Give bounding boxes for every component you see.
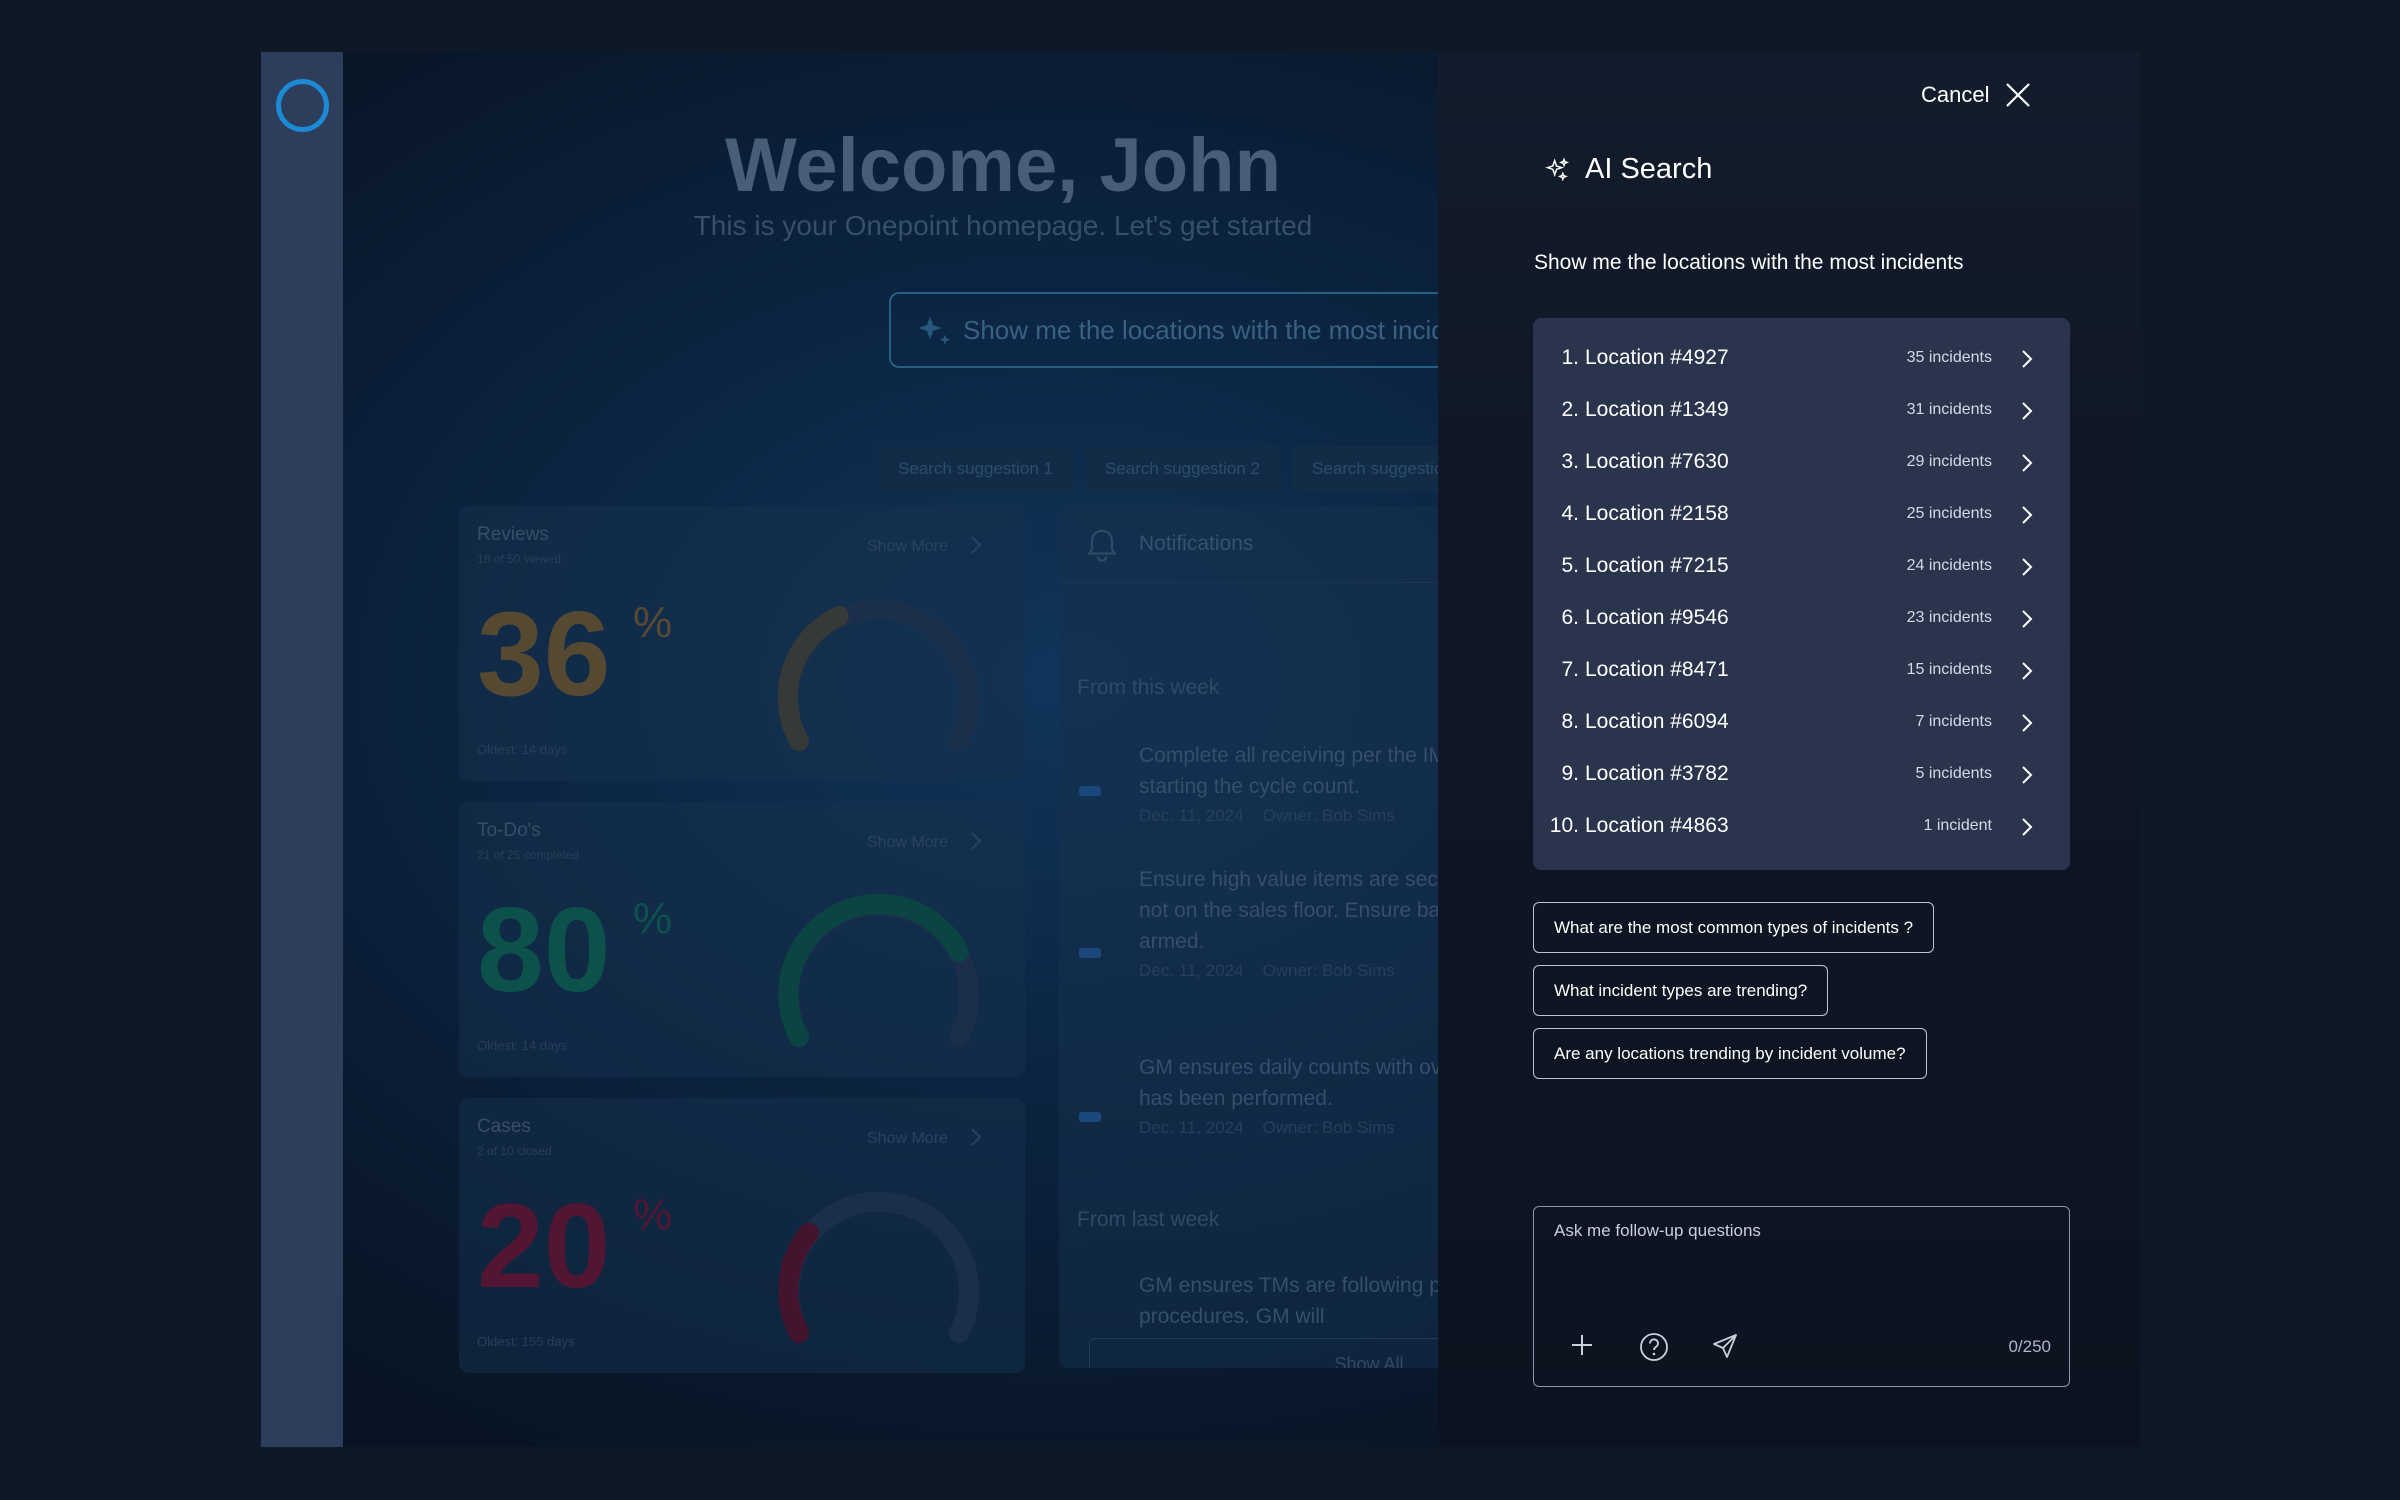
result-rank: 3. bbox=[1561, 450, 1579, 473]
send-icon[interactable] bbox=[1710, 1331, 1740, 1361]
chevron-right-icon bbox=[2022, 714, 2033, 732]
result-rank: 9. bbox=[1561, 762, 1579, 785]
ai-search-header: AI Search bbox=[1543, 153, 1712, 186]
result-label: 8. Location #6094 bbox=[1545, 710, 1745, 734]
result-count: 29 incidents bbox=[1906, 453, 1992, 470]
result-rank: 5. bbox=[1561, 554, 1579, 577]
result-label: 6. Location #9546 bbox=[1545, 606, 1745, 630]
result-label: 9. Location #3782 bbox=[1545, 762, 1745, 786]
search-question: Show me the locations with the most inci… bbox=[1534, 251, 1964, 274]
result-row[interactable]: 5. Location #7215 24 incidents bbox=[1533, 540, 2070, 592]
result-location: Location #1349 bbox=[1585, 398, 1729, 421]
result-location: Location #6094 bbox=[1585, 710, 1729, 733]
result-location: Location #7215 bbox=[1585, 554, 1729, 577]
app-window: Welcome, John This is your Onepoint home… bbox=[261, 52, 2140, 1447]
result-label: 2. Location #1349 bbox=[1545, 398, 1745, 422]
result-rank: 2. bbox=[1561, 398, 1579, 421]
result-row[interactable]: 4. Location #2158 25 incidents bbox=[1533, 488, 2070, 540]
followup-input[interactable]: Ask me follow-up questions 0/250 bbox=[1533, 1206, 2070, 1387]
chevron-right-icon bbox=[2022, 818, 2033, 836]
followup-chip[interactable]: What are the most common types of incide… bbox=[1533, 902, 1935, 953]
result-rank: 7. bbox=[1561, 658, 1579, 681]
result-row[interactable]: 8. Location #6094 7 incidents bbox=[1533, 696, 2070, 748]
result-rank: 6. bbox=[1561, 606, 1579, 629]
result-rank: 8. bbox=[1561, 710, 1579, 733]
result-count: 25 incidents bbox=[1906, 505, 1992, 522]
chevron-right-icon bbox=[2022, 506, 2033, 524]
chevron-right-icon bbox=[2022, 402, 2033, 420]
result-label: 4. Location #2158 bbox=[1545, 502, 1745, 526]
sidebar bbox=[261, 52, 343, 1447]
result-count: 24 incidents bbox=[1906, 557, 1992, 574]
result-row[interactable]: 7. Location #8471 15 incidents bbox=[1533, 644, 2070, 696]
ai-search-panel: Cancel AI Search Show me the locations w… bbox=[1438, 52, 2140, 1447]
followup-chip[interactable]: Are any locations trending by incident v… bbox=[1533, 1028, 1927, 1079]
result-count: 1 incident bbox=[1923, 817, 1993, 834]
result-row[interactable]: 6. Location #9546 23 incidents bbox=[1533, 592, 2070, 644]
chevron-right-icon bbox=[2022, 558, 2033, 576]
result-location: Location #4927 bbox=[1585, 346, 1729, 369]
result-label: 5. Location #7215 bbox=[1545, 554, 1745, 578]
result-label: 10. Location #4863 bbox=[1545, 814, 1745, 838]
result-row[interactable]: 9. Location #3782 5 incidents bbox=[1533, 748, 2070, 800]
chevron-right-icon bbox=[2022, 610, 2033, 628]
result-count: 5 incidents bbox=[1915, 765, 1993, 782]
chevron-right-icon bbox=[2022, 350, 2033, 368]
ai-search-title: AI Search bbox=[1585, 153, 1713, 185]
result-rank: 4. bbox=[1561, 502, 1579, 525]
result-location: Location #7630 bbox=[1585, 450, 1729, 473]
result-count: 31 incidents bbox=[1906, 401, 1992, 418]
result-label: 3. Location #7630 bbox=[1545, 450, 1745, 474]
result-label: 1. Location #4927 bbox=[1545, 346, 1745, 370]
character-counter: 0/250 bbox=[2008, 1337, 2051, 1356]
result-rank: 10. bbox=[1549, 814, 1579, 837]
chevron-right-icon bbox=[2022, 766, 2033, 784]
result-count: 35 incidents bbox=[1906, 349, 1992, 366]
cancel-label: Cancel bbox=[1921, 82, 1990, 107]
logo-icon[interactable] bbox=[276, 79, 329, 132]
result-location: Location #2158 bbox=[1585, 502, 1729, 525]
followup-chip[interactable]: What incident types are trending? bbox=[1533, 965, 1829, 1016]
result-row[interactable]: 2. Location #1349 31 incidents bbox=[1533, 384, 2070, 436]
result-count: 15 incidents bbox=[1906, 661, 1992, 678]
result-location: Location #9546 bbox=[1585, 606, 1729, 629]
result-row[interactable]: 1. Location #4927 35 incidents bbox=[1533, 332, 2070, 384]
chevron-right-icon bbox=[2022, 454, 2033, 472]
result-row[interactable]: 3. Location #7630 29 incidents bbox=[1533, 436, 2070, 488]
followup-suggestions: What are the most common types of incide… bbox=[1533, 902, 1935, 1079]
followup-placeholder: Ask me follow-up questions bbox=[1554, 1221, 1761, 1240]
plus-icon[interactable] bbox=[1568, 1331, 1596, 1359]
result-location: Location #8471 bbox=[1585, 658, 1729, 681]
result-location: Location #3782 bbox=[1585, 762, 1729, 785]
result-label: 7. Location #8471 bbox=[1545, 658, 1745, 682]
result-location: Location #4863 bbox=[1585, 814, 1729, 837]
result-count: 23 incidents bbox=[1906, 609, 1992, 626]
sparkle-icon bbox=[1545, 156, 1570, 181]
result-rank: 1. bbox=[1561, 346, 1579, 369]
close-icon bbox=[2006, 83, 2031, 107]
cancel-button[interactable]: Cancel bbox=[1921, 82, 2031, 108]
results-list: 1. Location #4927 35 incidents 2. Location #… bbox=[1533, 318, 2070, 870]
result-count: 7 incidents bbox=[1915, 713, 1993, 730]
help-icon[interactable] bbox=[1638, 1331, 1670, 1363]
chevron-right-icon bbox=[2022, 662, 2033, 680]
result-row[interactable]: 10. Location #4863 1 incident bbox=[1533, 800, 2070, 852]
